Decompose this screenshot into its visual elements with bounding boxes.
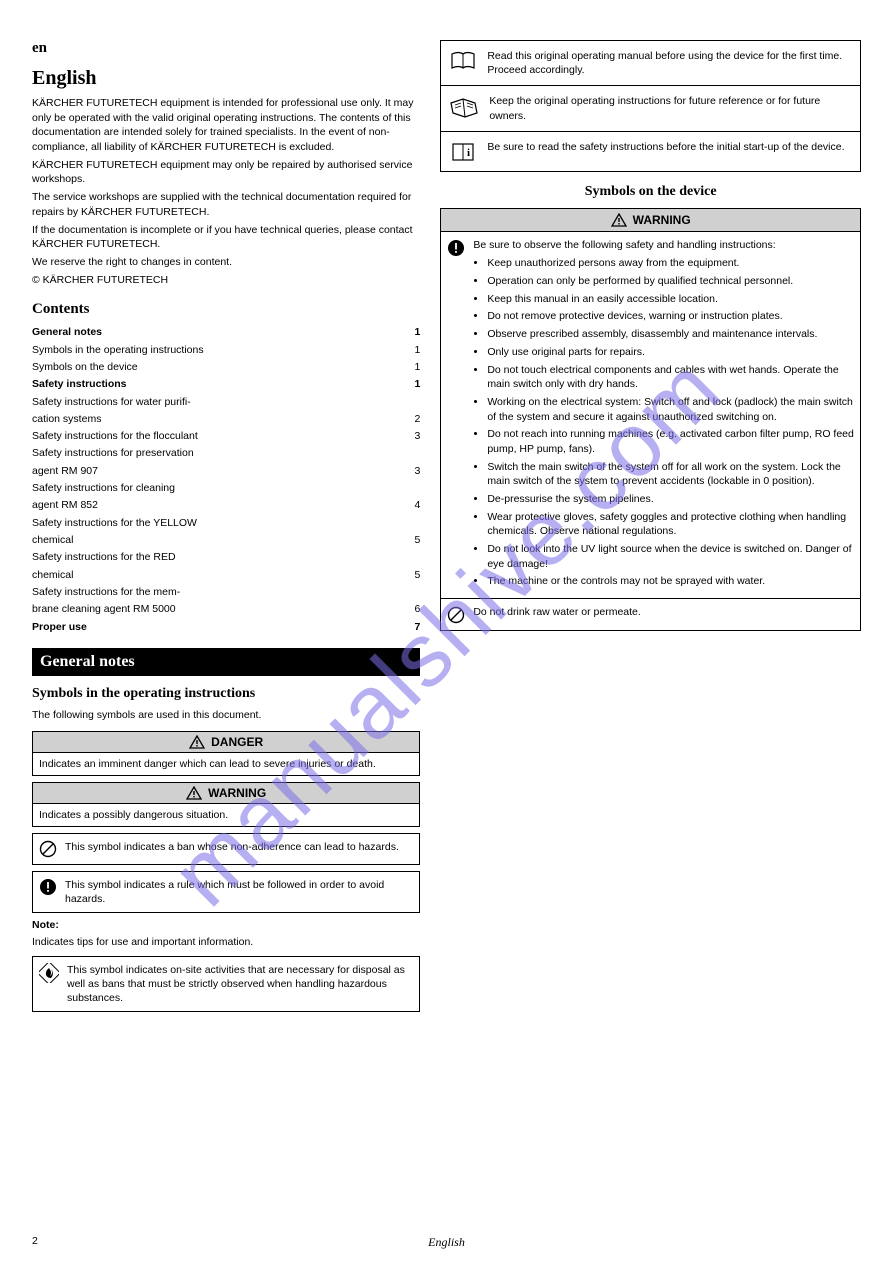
info-sheet-icon: i <box>449 140 477 163</box>
toc-item: Safety instructions for the YELLOW <box>32 515 197 532</box>
danger-header: DANGER <box>33 732 419 753</box>
bullet-item: Do not touch electrical components and c… <box>487 363 854 392</box>
keep-manual-text: Keep the original operating instructions… <box>489 94 852 122</box>
toc-item: Safety instructions for cleaning <box>32 480 175 497</box>
toc-item: agent RM 852 <box>32 497 98 514</box>
subsection-symbols-on-device: Symbols on the device <box>440 184 861 200</box>
bullet-item: Working on the electrical system: Switch… <box>487 395 854 424</box>
warning-header-right: WARNING <box>441 209 860 232</box>
intro-p3: The service workshops are supplied with … <box>32 190 420 219</box>
warning-triangle-icon <box>189 735 205 749</box>
warning-triangle-icon <box>186 786 202 800</box>
manual-open-icon <box>449 94 479 119</box>
warning-label-right: WARNING <box>633 213 691 227</box>
toc-item: agent RM 907 <box>32 463 98 480</box>
toc-page: 1 <box>414 359 420 376</box>
toc-item: General notes <box>32 324 102 341</box>
intro-p4: If the documentation is incomplete or if… <box>32 223 420 252</box>
hazardous-substance-text: This symbol indicates on-site activities… <box>67 963 413 1006</box>
danger-body: Indicates an imminent danger which can l… <box>33 753 419 775</box>
svg-text:i: i <box>467 147 470 159</box>
intro-p2: KÄRCHER FUTURETECH equipment may only be… <box>32 158 420 187</box>
bullet-item: The machine or the controls may not be s… <box>487 574 854 589</box>
do-not-drink-text: Do not drink raw water or permeate. <box>473 605 641 620</box>
sub1-text: The following symbols are used in this d… <box>32 708 420 723</box>
bullet-item: Do not remove protective devices, warnin… <box>487 309 854 324</box>
danger-label: DANGER <box>211 735 263 749</box>
page-title: English <box>32 67 420 90</box>
bullet-item: De-pressurise the system pipelines. <box>487 492 854 507</box>
warning-triangle-icon <box>611 213 627 227</box>
toc-item: Proper use <box>32 619 87 636</box>
toc-item: Safety instructions for water purifi- <box>32 394 191 411</box>
toc-item: chemical <box>32 532 73 549</box>
toc-page: 2 <box>414 411 420 428</box>
footer-language: English <box>428 1235 465 1250</box>
intro-p5: We reserve the right to changes in conte… <box>32 255 420 270</box>
warning-bullet-list: Keep unauthorized persons away from the … <box>487 256 854 589</box>
intro-copyright: © KÄRCHER FUTURETECH <box>32 273 420 288</box>
toc-page: 1 <box>414 324 420 341</box>
bullet-item: Keep unauthorized persons away from the … <box>487 256 854 271</box>
mandatory-icon <box>447 238 465 257</box>
read-safety-text: Be sure to read the safety instructions … <box>487 140 844 154</box>
prohibition-icon <box>447 605 465 624</box>
bullet-item: Only use original parts for repairs. <box>487 345 854 360</box>
toc-page: 5 <box>414 567 420 584</box>
flammable-icon <box>39 963 59 983</box>
toc-page: 1 <box>414 376 420 393</box>
intro-p1: KÄRCHER FUTURETECH equipment is intended… <box>32 96 420 155</box>
bullet-item: Operation can only be performed by quali… <box>487 274 854 289</box>
language-tag: en <box>32 40 420 57</box>
bullet-item: Switch the main switch of the system off… <box>487 460 854 489</box>
toc-item: cation systems <box>32 411 101 428</box>
toc-page: 3 <box>414 428 420 445</box>
note-label: Note: <box>32 919 59 931</box>
toc-item: Safety instructions for preservation <box>32 445 194 462</box>
toc-item: Safety instructions for the mem- <box>32 584 180 601</box>
warning-header-left: WARNING <box>33 783 419 804</box>
toc-page: 7 <box>414 619 420 636</box>
toc-item: chemical <box>32 567 73 584</box>
warning-body-left: Indicates a possibly dangerous situation… <box>33 804 419 826</box>
toc-item: Safety instructions for the RED <box>32 549 176 566</box>
bullet-item: Do not look into the UV light source whe… <box>487 542 854 571</box>
toc-page: 5 <box>414 532 420 549</box>
toc-page: 6 <box>414 601 420 618</box>
mandatory-text: This symbol indicates a rule which must … <box>65 878 413 906</box>
toc-page: 3 <box>414 463 420 480</box>
section-general-notes-bar: General notes <box>32 648 420 676</box>
read-manual-text: Read this original operating manual befo… <box>487 49 852 77</box>
toc-item: Symbols in the operating instructions <box>32 342 204 359</box>
toc-list: General notes 1 Symbols in the operating … <box>32 324 420 636</box>
intro-block: KÄRCHER FUTURETECH equipment is intended… <box>32 96 420 287</box>
warning-label-left: WARNING <box>208 786 266 800</box>
prohibition-text: This symbol indicates a ban whose non-ad… <box>65 840 399 854</box>
toc-item: Symbols on the device <box>32 359 138 376</box>
toc-page: 1 <box>414 342 420 359</box>
mandatory-icon <box>39 878 57 896</box>
toc-item: brane cleaning agent RM 5000 <box>32 601 176 618</box>
bullet-item: Wear protective gloves, safety goggles a… <box>487 510 854 539</box>
subsection-symbols-operating-instructions: Symbols in the operating instructions <box>32 686 420 702</box>
manual-closed-icon <box>449 49 477 72</box>
note-text: Indicates tips for use and important inf… <box>32 935 420 950</box>
bullet-item: Observe prescribed assembly, disassembly… <box>487 327 854 342</box>
toc-item: Safety instructions for the flocculant <box>32 428 198 445</box>
footer-page-number: 2 <box>32 1235 38 1247</box>
toc-item: Safety instructions <box>32 376 127 393</box>
warning-intro-text: Be sure to observe the following safety … <box>473 238 854 253</box>
prohibition-icon <box>39 840 57 858</box>
bullet-item: Keep this manual in an easily accessible… <box>487 292 854 307</box>
toc-page: 4 <box>414 497 420 514</box>
toc-heading: Contents <box>32 301 420 318</box>
bullet-item: Do not reach into running machines (e.g.… <box>487 427 854 456</box>
